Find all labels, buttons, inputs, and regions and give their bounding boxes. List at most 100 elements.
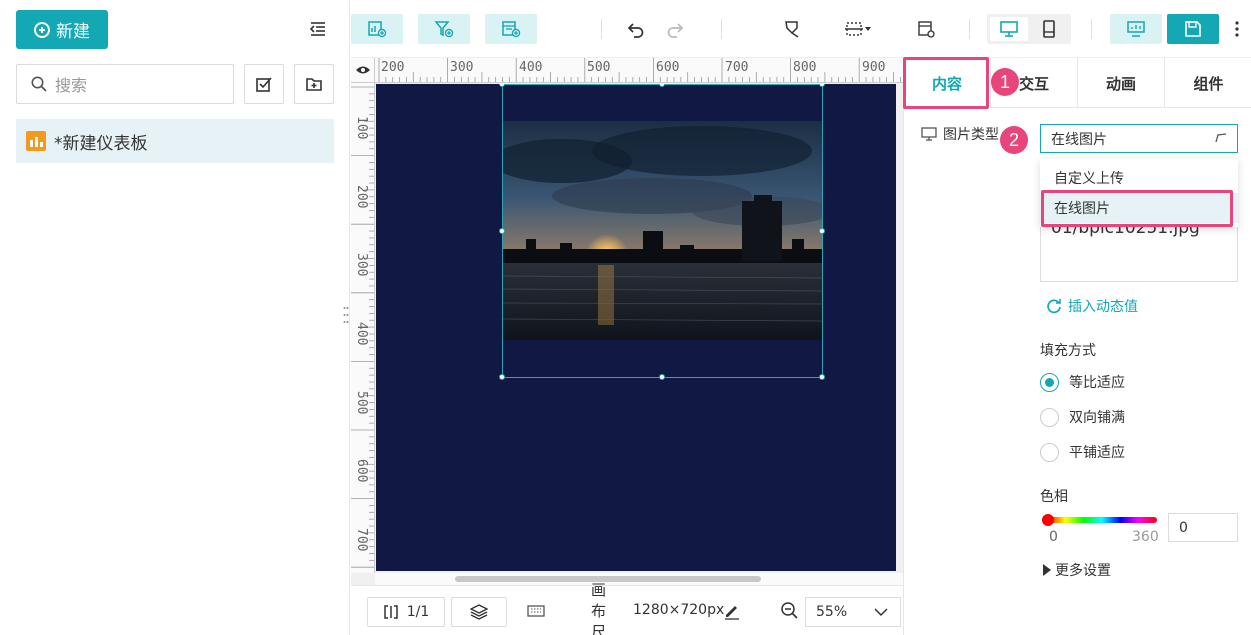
new-button[interactable]: 新建 [16,10,108,49]
image-type-dropdown: 自定义上传 在线图片 [1040,159,1238,227]
toolbar-separator [721,19,722,39]
dropdown-option-online[interactable]: 在线图片 [1040,193,1238,223]
ruler-label: 300 [450,60,474,75]
image-type-row: 图片类型 [921,124,999,144]
page-settings-button[interactable] [911,14,941,44]
resize-handle[interactable] [819,374,825,380]
panel-resize-handle-icon[interactable] [343,305,349,325]
canvas-area: 200 300 400 500 600 700 800 900 100 200 … [351,58,903,585]
fill-option-stretch[interactable]: 双向铺满 [1040,407,1125,427]
radio-button[interactable] [1040,407,1059,427]
image-type-select[interactable]: 在线图片 [1040,124,1238,153]
desktop-view-button[interactable] [990,17,1028,41]
keyboard-icon[interactable] [527,605,545,617]
hue-label: 色相 [1040,489,1068,505]
horizontal-scrollbar[interactable] [375,573,903,585]
layers-button[interactable] [451,597,507,627]
radio-button[interactable] [1040,442,1059,462]
batch-select-button[interactable] [244,64,284,104]
image-type-value: 在线图片 [1051,131,1107,148]
add-table-icon [502,21,521,38]
resize-handle[interactable] [659,374,665,380]
caret-right-icon [1043,564,1051,576]
collapse-sidebar-icon[interactable] [309,21,327,37]
ruler-label: 600 [354,459,369,483]
tab-animation[interactable]: 动画 [1078,58,1165,108]
radio-button[interactable] [1040,372,1059,392]
hue-value: 0 [1179,519,1188,536]
add-chart-button[interactable] [351,14,403,44]
undo-button[interactable] [621,14,651,44]
image-component[interactable] [502,121,823,340]
resize-handle[interactable] [819,84,825,87]
dropdown-option-upload[interactable]: 自定义上传 [1040,163,1238,193]
add-filter-button[interactable] [418,14,470,44]
insert-dynamic-label: 插入动态值 [1068,299,1138,315]
edit-pen-icon[interactable] [723,602,741,620]
ruler-label: 400 [354,322,369,346]
zoom-select[interactable]: 55% [805,597,901,627]
step-badge-1: 1 [991,68,1019,96]
align-icon [845,22,871,36]
eye-icon [355,66,370,74]
ruler-label: 700 [725,60,749,75]
ruler-label: 500 [354,391,369,415]
folder-add-icon [306,78,322,91]
tab-content[interactable]: 内容 [904,58,991,108]
desktop-icon [1000,21,1018,37]
dashboard-canvas[interactable] [376,84,896,571]
save-button[interactable] [1167,14,1219,44]
fill-option-tile[interactable]: 平铺适应 [1040,442,1125,462]
ruler-left: 100 200 300 400 500 600 700 [351,83,375,573]
tree-item-dashboard[interactable]: *新建仪表板 [16,119,334,163]
search-input[interactable]: 搜索 [16,64,234,104]
search-icon [31,76,47,92]
hue-max: 360 [1132,529,1159,545]
format-painter-button[interactable] [777,14,807,44]
hue-slider-track[interactable] [1047,517,1157,523]
chevron-up-icon [1215,133,1227,143]
device-toggle [987,14,1071,44]
insert-dynamic-value-link[interactable]: 插入动态值 [1046,296,1138,316]
bottom-bar: 1/1 画布尺寸: 1280×720px 55% [351,581,903,635]
more-settings-toggle[interactable]: 更多设置 [1043,560,1111,580]
resize-handle[interactable] [499,84,505,87]
new-button-label: 新建 [56,22,90,42]
checkbox-select-icon [256,77,272,92]
add-table-button[interactable] [485,14,537,44]
new-folder-button[interactable] [294,64,334,104]
hue-value-input[interactable]: 0 [1168,513,1238,542]
left-panel: 新建 搜索 *新建仪表板 [0,0,350,635]
resize-handle[interactable] [499,374,505,380]
fill-mode-label: 填充方式 [1040,343,1096,359]
zoom-out-icon[interactable] [780,601,798,619]
canvas-size-value: 1280×720px [633,602,725,618]
preview-button[interactable] [1110,14,1162,44]
dashboard-icon [26,131,46,151]
monitor-icon [921,127,937,141]
fill-option-label: 双向铺满 [1069,410,1125,426]
ruler-label: 700 [354,528,369,552]
tree-item-label: *新建仪表板 [54,133,148,154]
ruler-visibility-toggle[interactable] [351,58,375,83]
ruler-label: 900 [862,60,886,75]
resize-handle[interactable] [659,84,665,87]
page-indicator: 1/1 [406,604,430,620]
align-dropdown-button[interactable] [841,14,875,44]
fill-option-label: 平铺适应 [1069,445,1125,461]
brush-icon [785,21,799,38]
add-chart-icon [368,21,387,38]
ruler-label: 200 [354,185,369,209]
page-navigator-button[interactable]: 1/1 [367,597,445,627]
ruler-label: 300 [354,253,369,277]
chevron-down-icon [874,608,888,617]
hue-slider-knob[interactable] [1042,514,1054,526]
fill-option-proportional[interactable]: 等比适应 [1040,372,1125,392]
canvas-size-label: 画布尺寸: [591,581,607,635]
ruler-label: 100 [354,116,369,140]
mobile-view-button[interactable] [1030,17,1068,41]
tab-component[interactable]: 组件 [1165,58,1251,108]
redo-button[interactable] [660,14,690,44]
ruler-label: 200 [381,60,405,75]
more-button[interactable] [1229,14,1245,44]
